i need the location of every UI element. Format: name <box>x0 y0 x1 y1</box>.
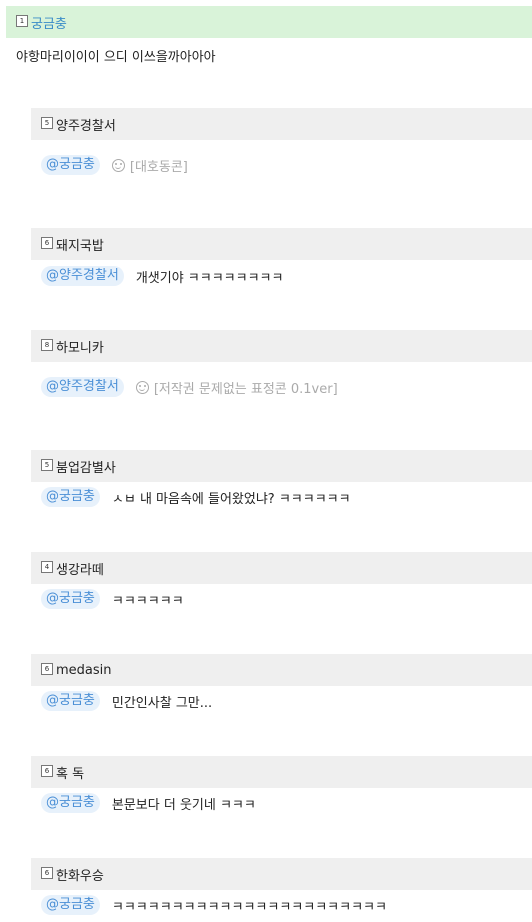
mention-tag[interactable]: @궁금충 <box>41 793 100 813</box>
comment-body: @궁금충 ㅅㅂ 내 마음속에 들어왔었냐? ㅋㅋㅋㅋㅋㅋ <box>41 487 351 507</box>
mention-tag[interactable]: @궁금충 <box>41 155 100 175</box>
level-icon: 6 <box>41 237 53 249</box>
comment-author-nickname[interactable]: medasin <box>56 663 112 678</box>
comment-author-nickname[interactable]: 돼지국밥 <box>56 235 104 254</box>
comment-body: @궁금충 ㅋㅋㅋㅋㅋㅋ <box>41 589 184 609</box>
comment-body: @궁금충 ㅋㅋㅋㅋㅋㅋㅋㅋㅋㅋㅋㅋㅋㅋㅋㅋㅋㅋㅋㅋㅋㅋㅋ <box>41 895 387 915</box>
level-icon: 4 <box>41 561 53 573</box>
comment-author-nickname[interactable]: 양주경찰서 <box>56 115 116 134</box>
emoticon: [대호동콘] <box>111 156 188 175</box>
mention-tag[interactable]: @양주경찰서 <box>41 377 124 397</box>
mention-tag[interactable]: @궁금충 <box>41 691 100 711</box>
comment-text: ㅅㅂ 내 마음속에 들어왔었냐? ㅋㅋㅋㅋㅋㅋ <box>111 491 351 507</box>
comment-author-nickname[interactable]: 한화우승 <box>56 865 104 884</box>
level-icon: 6 <box>41 867 53 879</box>
emoticon-label: [저작권 문제없는 표정콘 0.1ver] <box>153 381 338 397</box>
emoticon: [저작권 문제없는 표정콘 0.1ver] <box>135 378 338 397</box>
level-icon: 5 <box>41 117 53 129</box>
comment-author-nickname[interactable]: 혹 독 <box>56 763 84 782</box>
comment-body: @양주경찰서 개샛기야 ㅋㅋㅋㅋㅋㅋㅋㅋ <box>41 266 283 286</box>
comment-header: 6 혹 독 <box>31 756 532 788</box>
comment-author-nickname[interactable]: 하모니카 <box>56 337 104 356</box>
comment-header: 6 한화우승 <box>31 858 532 890</box>
comment-header: 5 붐업감별사 <box>31 450 532 482</box>
comment-header: 4 생강라떼 <box>31 552 532 584</box>
level-icon: 8 <box>41 339 53 351</box>
level-icon: 6 <box>41 765 53 777</box>
emoticon-label: [대호동콘] <box>129 159 188 175</box>
comment-author-nickname[interactable]: 생강라떼 <box>56 559 104 578</box>
comment-header: 5 양주경찰서 <box>31 108 532 140</box>
mention-tag[interactable]: @궁금충 <box>41 589 100 609</box>
post-text: 야항마리이이이 으디 이쓰을까아아아 <box>16 50 216 65</box>
comment-header: 8 하모니카 <box>31 330 532 362</box>
comment-text: ㅋㅋㅋㅋㅋㅋㅋㅋㅋㅋㅋㅋㅋㅋㅋㅋㅋㅋㅋㅋㅋㅋㅋ <box>111 899 387 915</box>
comment-text: 본문보다 더 웃기네 ㅋㅋㅋ <box>111 797 256 813</box>
comment-body: @궁금충 본문보다 더 웃기네 ㅋㅋㅋ <box>41 793 256 813</box>
level-icon: 5 <box>41 459 53 471</box>
mention-tag[interactable]: @궁금충 <box>41 895 100 915</box>
comment-author-nickname[interactable]: 붐업감별사 <box>56 457 116 476</box>
level-icon: 6 <box>41 663 53 675</box>
comment-text: 개샛기야 ㅋㅋㅋㅋㅋㅋㅋㅋ <box>135 270 284 286</box>
smile-icon <box>135 380 149 394</box>
comment-body: @궁금충 [대호동콘] <box>41 155 188 175</box>
comment-body: @궁금충 민간인사찰 그만... <box>41 691 212 711</box>
post-header: 1 궁금충 <box>6 6 532 38</box>
comment-header: 6 돼지국밥 <box>31 228 532 260</box>
mention-tag[interactable]: @궁금충 <box>41 487 100 507</box>
level-icon: 1 <box>16 15 28 27</box>
comment-body: @양주경찰서 [저작권 문제없는 표정콘 0.1ver] <box>41 377 338 397</box>
smile-icon <box>111 158 125 172</box>
post-author-nickname[interactable]: 궁금충 <box>31 13 67 32</box>
mention-tag[interactable]: @양주경찰서 <box>41 266 124 286</box>
comment-text: 민간인사찰 그만... <box>111 695 213 711</box>
comment-header: 6 medasin <box>31 654 532 686</box>
comment-text: ㅋㅋㅋㅋㅋㅋ <box>111 593 184 609</box>
